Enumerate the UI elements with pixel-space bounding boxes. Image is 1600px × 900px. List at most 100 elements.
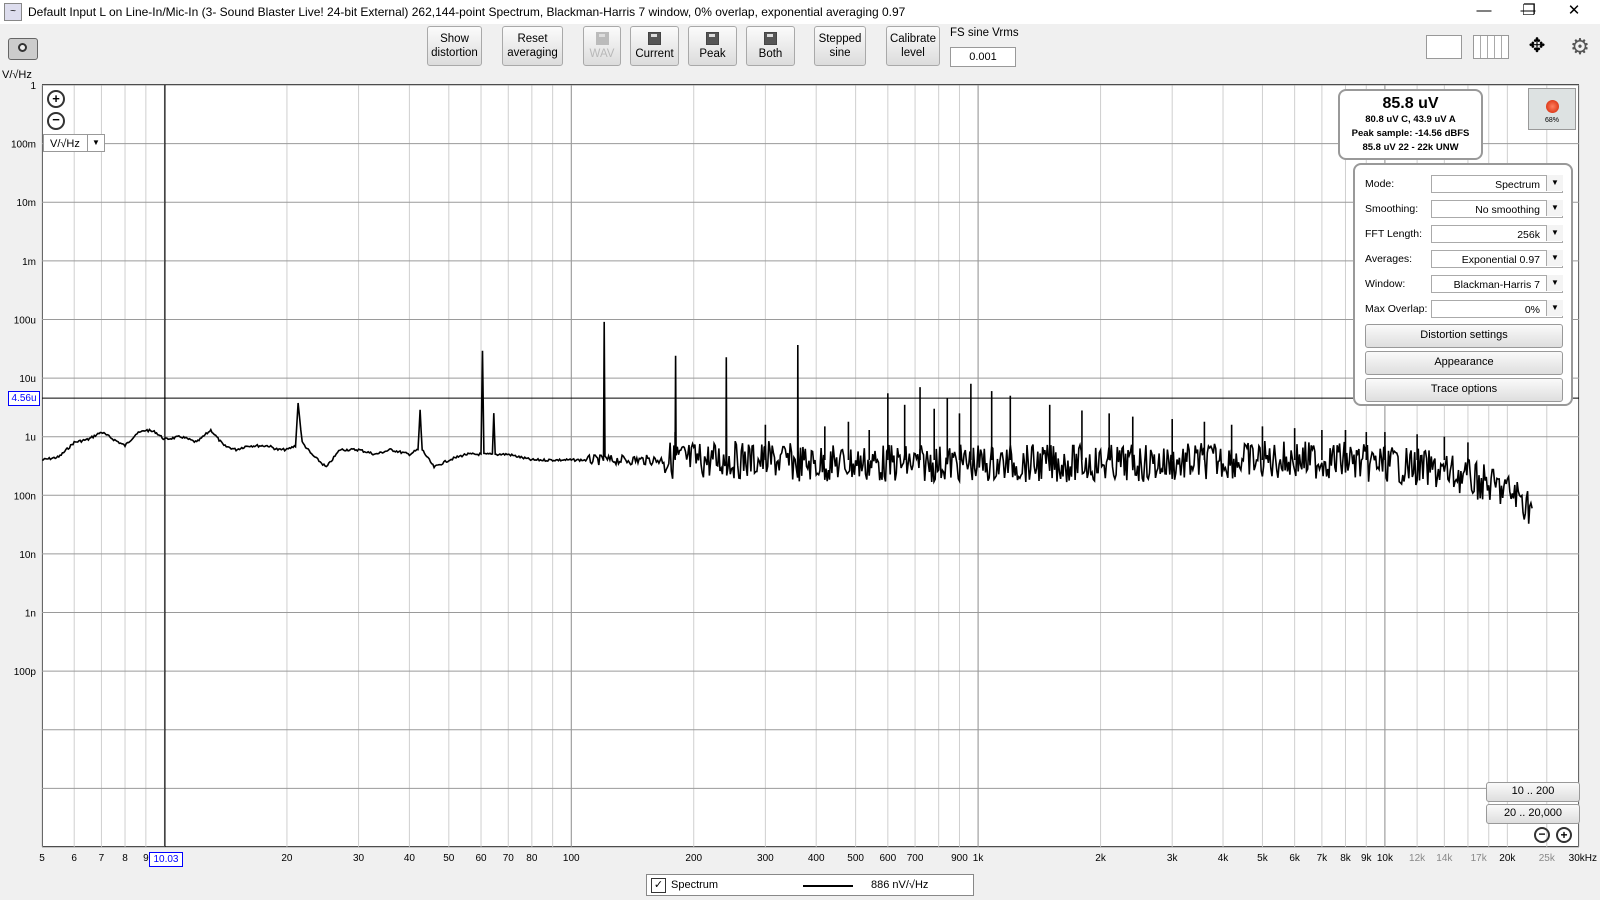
y-tick-label: 100u	[14, 315, 36, 326]
button-label: Stepped	[818, 33, 862, 45]
setting-averages[interactable]: Averages: Exponential 0.97 ▼	[1365, 250, 1563, 270]
setting-label: Averages:	[1365, 253, 1413, 265]
range-20-20000-button[interactable]: 20 .. 20,000	[1486, 804, 1580, 824]
fs-sine-input[interactable]: 0.001	[950, 47, 1016, 67]
level-meter[interactable]: 68%	[1528, 88, 1576, 130]
y-tick-label: 10m	[17, 198, 36, 209]
button-label: Peak	[699, 47, 726, 60]
zoom-in-x-icon[interactable]: +	[1556, 827, 1572, 843]
x-tick-label: 12k	[1409, 853, 1426, 864]
graph-area[interactable]	[42, 84, 1579, 847]
level-line: Peak sample: -14.56 dBFS	[1351, 128, 1470, 139]
setting-label: Max Overlap:	[1365, 303, 1428, 315]
spectrum-checkbox[interactable]: ✓	[651, 878, 666, 893]
chevron-down-icon[interactable]: ▼	[1546, 250, 1563, 266]
unit-select[interactable]: V/√Hz ▼	[43, 134, 105, 152]
zoom-in-icon[interactable]: +	[47, 90, 65, 108]
button-label: Reset	[517, 33, 548, 45]
title-bar: ~ Default Input L on Line-In/Mic-In (3- …	[0, 0, 1600, 24]
zoom-out-icon[interactable]: −	[47, 112, 65, 130]
chevron-down-icon[interactable]: ▼	[1546, 200, 1563, 216]
x-tick-label: 600	[879, 853, 896, 864]
button-label: Calibrate	[889, 33, 937, 45]
x-tick-label: 6	[71, 853, 77, 864]
chevron-down-icon: ▼	[87, 135, 104, 151]
range-10-200-button[interactable]: 10 .. 200	[1486, 782, 1580, 802]
x-tick-label: 8	[122, 853, 128, 864]
setting-label: Smoothing:	[1365, 203, 1419, 215]
y-tick-label: 10u	[19, 374, 36, 385]
save-icon	[706, 31, 719, 45]
x-tick-label: 17k	[1471, 853, 1488, 864]
setting-mode[interactable]: Mode: Spectrum ▼	[1365, 175, 1563, 195]
x-tick-label: 30	[353, 853, 365, 864]
x-tick-label: 300	[757, 853, 774, 864]
x-tick-label: 7	[99, 853, 105, 864]
calibrate-level-button[interactable]: Calibrate level	[886, 26, 940, 66]
layout-icon[interactable]	[1426, 35, 1462, 59]
button-label: Current	[635, 47, 674, 60]
save-peak-button[interactable]: Peak	[688, 26, 737, 66]
setting-fft-length[interactable]: FFT Length: 256k ▼	[1365, 225, 1563, 245]
legend: ✓ Spectrum 886 nV/√Hz	[646, 874, 974, 896]
window-title: Default Input L on Line-In/Mic-In (3- So…	[28, 5, 906, 19]
setting-value[interactable]: 0%	[1431, 300, 1563, 318]
reset-averaging-button[interactable]: Reset averaging	[502, 26, 563, 66]
x-tick-label: 400	[808, 853, 825, 864]
x-tick-label: 500	[847, 853, 864, 864]
stepped-sine-button[interactable]: Stepped sine	[814, 26, 866, 66]
chevron-down-icon[interactable]: ▼	[1546, 300, 1563, 316]
legend-line-swatch	[803, 885, 853, 887]
x-tick-label: 40	[404, 853, 416, 864]
x-tick-label: 60	[475, 853, 487, 864]
save-wav-button[interactable]: WAV	[583, 26, 621, 66]
x-tick-label: 14k	[1436, 853, 1453, 864]
setting-window[interactable]: Window: Blackman-Harris 7 ▼	[1365, 275, 1563, 295]
app-icon: ~	[4, 3, 22, 21]
setting-value[interactable]: No smoothing	[1431, 200, 1563, 218]
setting-value[interactable]: 256k	[1431, 225, 1563, 243]
save-current-button[interactable]: Current	[630, 26, 679, 66]
level-line: 80.8 uV C, 43.9 uV A	[1365, 114, 1456, 125]
x-tick-label: 30kHz	[1569, 853, 1597, 864]
chevron-down-icon[interactable]: ▼	[1546, 175, 1563, 191]
close-button[interactable]: ✕	[1552, 0, 1596, 24]
x-tick-label: 900	[951, 853, 968, 864]
meter-percent: 68%	[1544, 117, 1559, 124]
level-readout-box: 85.8 uV 80.8 uV C, 43.9 uV A Peak sample…	[1338, 89, 1483, 160]
show-distortion-button[interactable]: Show distortion	[427, 26, 482, 66]
distortion-settings-button[interactable]: Distortion settings	[1365, 324, 1563, 348]
x-tick-label: 50	[443, 853, 455, 864]
save-both-button[interactable]: Both	[746, 26, 795, 66]
minimize-button-2[interactable]: —	[1462, 0, 1506, 24]
folder-icon	[595, 31, 609, 45]
setting-label: Window:	[1365, 278, 1406, 290]
x-tick-label: 80	[526, 853, 538, 864]
x-tick-label: 20	[281, 853, 293, 864]
setting-value[interactable]: Exponential 0.97	[1431, 250, 1563, 268]
legend-series-name: Spectrum	[671, 879, 719, 891]
y-tick-label: 100n	[14, 491, 36, 502]
y-tick-label: 1u	[25, 433, 36, 444]
save-icon	[764, 31, 777, 45]
y-tick-label: 1m	[22, 257, 36, 268]
setting-max-overlap[interactable]: Max Overlap: 0% ▼	[1365, 300, 1563, 320]
x-tick-label: 6k	[1289, 853, 1301, 864]
setting-value[interactable]: Spectrum	[1431, 175, 1563, 193]
maximize-button[interactable]: ❐	[1507, 0, 1551, 24]
level-main: 85.8 uV	[1382, 95, 1439, 112]
setting-smoothing[interactable]: Smoothing: No smoothing ▼	[1365, 200, 1563, 220]
zoom-out-x-icon[interactable]: −	[1534, 827, 1550, 843]
chevron-down-icon[interactable]: ▼	[1546, 225, 1563, 241]
x-tick-label: 4k	[1218, 853, 1230, 864]
setting-value[interactable]: Blackman-Harris 7	[1431, 275, 1563, 293]
gear-icon[interactable]: ⚙	[1567, 34, 1593, 60]
columns-icon[interactable]	[1473, 35, 1509, 59]
chevron-down-icon[interactable]: ▼	[1546, 275, 1563, 291]
move-arrows-icon[interactable]: ✥	[1520, 34, 1554, 58]
x-tick-label: 700	[907, 853, 924, 864]
trace-options-button[interactable]: Trace options	[1365, 378, 1563, 402]
x-tick-label: 200	[685, 853, 702, 864]
appearance-button[interactable]: Appearance	[1365, 351, 1563, 375]
camera-icon[interactable]	[8, 38, 38, 60]
